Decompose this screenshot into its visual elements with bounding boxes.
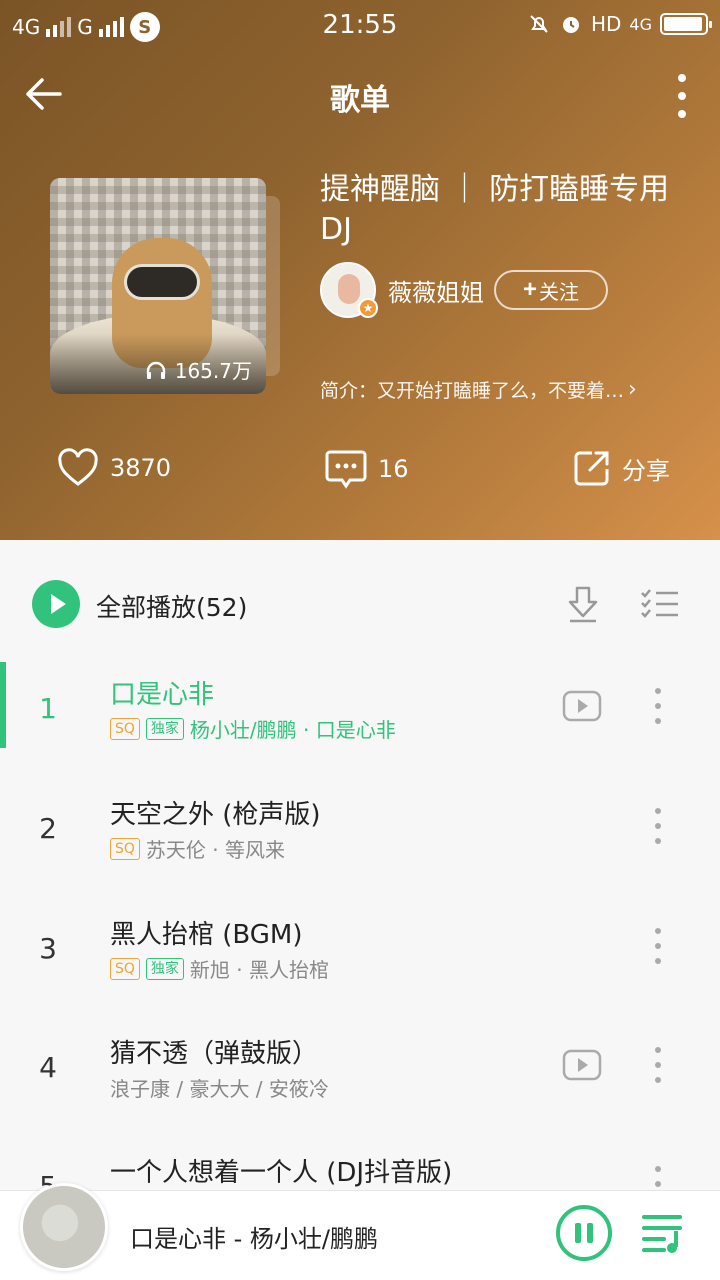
intro-text: 简介：又开始打瞌睡了么，不要着… bbox=[320, 380, 625, 402]
status-bar: 4G G S 21:55 HD 4G bbox=[0, 0, 720, 50]
more-menu-icon[interactable] bbox=[672, 74, 692, 118]
comment-icon bbox=[325, 450, 367, 489]
song-artist-album: 新旭 · 黑人抬棺 bbox=[189, 958, 329, 982]
headphones-icon bbox=[146, 361, 165, 379]
heart-icon bbox=[58, 448, 98, 486]
song-more-icon[interactable] bbox=[648, 928, 668, 964]
playlist-title: 提神醒脑 ｜ 防打瞌睡专用DJ bbox=[320, 172, 670, 247]
exclusive-badge: 独家 bbox=[145, 957, 184, 980]
like-count: 3870 bbox=[110, 454, 172, 482]
share-label: 分享 bbox=[622, 456, 670, 485]
battery-icon bbox=[660, 13, 712, 35]
pause-icon[interactable] bbox=[556, 1205, 612, 1261]
playlist-intro[interactable]: 简介：又开始打瞌睡了么，不要着… › bbox=[320, 376, 680, 403]
like-button[interactable]: 3870 bbox=[56, 448, 171, 488]
mv-play-icon[interactable] bbox=[562, 1049, 602, 1081]
chevron-right-icon: › bbox=[628, 377, 637, 402]
follow-label: 关注 bbox=[539, 281, 579, 304]
song-more-icon[interactable] bbox=[648, 688, 668, 724]
comment-count: 16 bbox=[378, 455, 409, 483]
mv-play-icon[interactable] bbox=[562, 690, 602, 722]
playlist-header: 4G G S 21:55 HD 4G 歌单 165.7万 提神醒脑 ｜ 防打瞌睡… bbox=[0, 0, 720, 540]
song-more-icon[interactable] bbox=[648, 1047, 668, 1083]
song-title: 猜不透（弹鼓版） bbox=[110, 1039, 319, 1069]
song-index: 1 bbox=[39, 692, 57, 725]
plus-icon: + bbox=[522, 276, 537, 303]
song-more-icon[interactable] bbox=[648, 808, 668, 844]
song-meta: SQ 独家 杨小壮/鹏鹏 · 口是心非 bbox=[110, 714, 396, 743]
song-index: 3 bbox=[39, 932, 57, 965]
song-row-1[interactable]: 1 口是心非 SQ 独家 杨小壮/鹏鹏 · 口是心非 bbox=[0, 662, 720, 782]
song-list: 全部播放(52) 1 口是心非 SQ 独家 杨小壮/鹏鹏 · 口是心非 2 天空… bbox=[0, 540, 720, 1190]
song-meta: SQ 苏天伦 · 等风来 bbox=[110, 834, 285, 863]
exclusive-badge: 独家 bbox=[145, 717, 184, 740]
follow-button[interactable]: + 关注 bbox=[494, 270, 608, 310]
song-title: 口是心非 bbox=[110, 680, 215, 710]
page-title: 歌单 bbox=[330, 83, 390, 118]
song-title: 黑人抬棺 (BGM) bbox=[110, 920, 303, 950]
song-index: 4 bbox=[39, 1051, 57, 1084]
multi-select-icon[interactable] bbox=[640, 588, 680, 620]
mini-player-title[interactable]: 口是心非 - 杨小壮/鹏鹏 bbox=[130, 1219, 378, 1254]
vip-badge-icon: ★ bbox=[358, 298, 378, 318]
sq-badge: SQ bbox=[110, 837, 140, 860]
song-meta: SQ 独家 新旭 · 黑人抬棺 bbox=[110, 954, 329, 983]
creator-name[interactable]: 薇薇姐姐 bbox=[388, 273, 484, 308]
share-button[interactable]: 分享 bbox=[572, 448, 670, 488]
play-count: 165.7万 bbox=[145, 355, 252, 384]
sq-badge: SQ bbox=[110, 957, 140, 980]
action-bar: 3870 16 分享 bbox=[0, 448, 720, 504]
playlist-queue-icon[interactable] bbox=[640, 1211, 686, 1255]
song-row-2[interactable]: 2 天空之外 (枪声版) SQ 苏天伦 · 等风来 bbox=[0, 782, 720, 902]
play-all-row: 全部播放(52) bbox=[0, 540, 720, 670]
song-row-4[interactable]: 4 猜不透（弹鼓版） 浪子康 / 豪大大 / 安筱冷 bbox=[0, 1021, 720, 1141]
song-more-icon[interactable] bbox=[648, 1166, 668, 1190]
sq-badge: SQ bbox=[110, 717, 140, 740]
song-artist-album: 浪子康 / 豪大大 / 安筱冷 bbox=[110, 1077, 329, 1101]
song-row-5[interactable]: 5 一个人想着一个人 (DJ抖音版) bbox=[0, 1140, 720, 1190]
share-icon bbox=[574, 451, 609, 486]
mute-bell-icon bbox=[530, 15, 548, 33]
mini-player-album-art[interactable] bbox=[20, 1183, 108, 1271]
song-index: 2 bbox=[39, 812, 57, 845]
avatar[interactable]: ★ bbox=[320, 262, 378, 318]
song-title: 一个人想着一个人 (DJ抖音版) bbox=[110, 1158, 453, 1188]
creator-row: ★ 薇薇姐姐 + 关注 bbox=[320, 262, 608, 318]
song-artist-album: 杨小壮/鹏鹏 · 口是心非 bbox=[189, 718, 396, 742]
comment-button[interactable]: 16 bbox=[324, 448, 409, 490]
song-title: 天空之外 (枪声版) bbox=[110, 800, 321, 830]
song-artist-album: 苏天伦 · 等风来 bbox=[145, 838, 285, 862]
download-icon[interactable] bbox=[564, 584, 602, 624]
playlist-cover[interactable]: 165.7万 bbox=[50, 178, 266, 394]
mini-player[interactable]: 口是心非 - 杨小壮/鹏鹏 bbox=[0, 1183, 720, 1280]
alarm-icon bbox=[562, 17, 579, 33]
network-label-3: 4G bbox=[629, 14, 652, 34]
song-meta: 浪子康 / 豪大大 / 安筱冷 bbox=[110, 1073, 329, 1102]
play-all-label[interactable]: 全部播放(52) bbox=[96, 588, 247, 624]
play-all-icon[interactable] bbox=[32, 580, 80, 628]
status-right: HD 4G bbox=[527, 12, 712, 36]
cover-sleep-mask bbox=[124, 264, 200, 300]
hd-label: HD bbox=[590, 12, 622, 36]
play-count-value: 165.7万 bbox=[174, 359, 252, 383]
song-row-3[interactable]: 3 黑人抬棺 (BGM) SQ 独家 新旭 · 黑人抬棺 bbox=[0, 902, 720, 1022]
